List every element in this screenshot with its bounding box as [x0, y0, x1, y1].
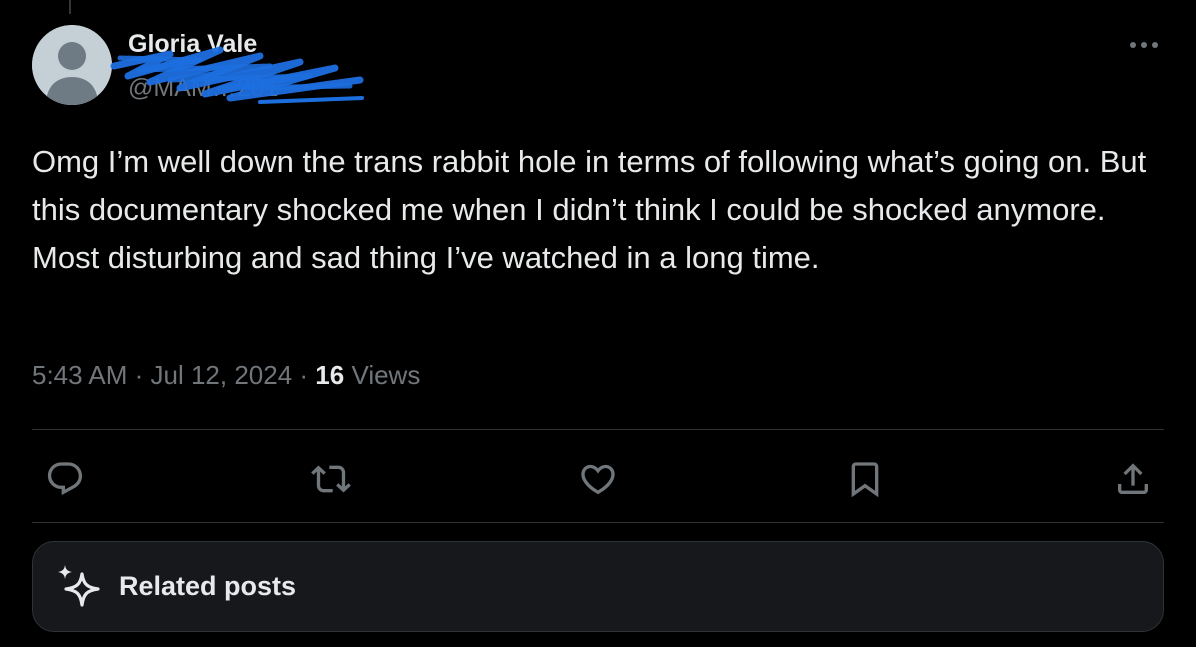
- views-label[interactable]: Views: [344, 360, 420, 390]
- default-avatar-icon: [32, 25, 112, 105]
- views-count[interactable]: 16: [315, 360, 344, 390]
- reply-button[interactable]: [41, 455, 89, 503]
- divider-bottom: [32, 522, 1164, 523]
- thread-connector-line: [69, 0, 71, 14]
- tweet-text: Omg I’m well down the trans rabbit hole …: [32, 144, 1147, 275]
- retweet-button[interactable]: [307, 455, 355, 503]
- bookmark-icon: [851, 462, 879, 498]
- like-button[interactable]: [574, 455, 622, 503]
- more-options-button[interactable]: [1126, 33, 1162, 57]
- tweet-time[interactable]: 5:43 AM: [32, 360, 127, 390]
- ellipsis-icon: [1130, 42, 1158, 48]
- share-button[interactable]: [1109, 455, 1157, 503]
- reply-icon: [47, 462, 83, 496]
- avatar[interactable]: [32, 25, 112, 105]
- bookmark-button[interactable]: [841, 455, 889, 503]
- heart-icon: [581, 464, 615, 495]
- author-handle[interactable]: @MAM…201: [128, 74, 278, 103]
- retweet-icon: [311, 465, 351, 493]
- tweet-date[interactable]: Jul 12, 2024: [151, 360, 293, 390]
- author-name[interactable]: Gloria Vale: [128, 30, 257, 59]
- sparkle-icon: [53, 561, 105, 613]
- related-posts-button[interactable]: Related posts: [32, 541, 1164, 632]
- share-icon: [1118, 463, 1148, 494]
- divider-top: [32, 429, 1164, 430]
- meta-separator: ·: [292, 360, 316, 390]
- tweet-meta: 5:43 AM · Jul 12, 2024 · 16 Views: [32, 360, 420, 391]
- related-posts-label: Related posts: [119, 571, 297, 601]
- action-bar: [32, 455, 1164, 503]
- meta-separator: ·: [127, 360, 151, 390]
